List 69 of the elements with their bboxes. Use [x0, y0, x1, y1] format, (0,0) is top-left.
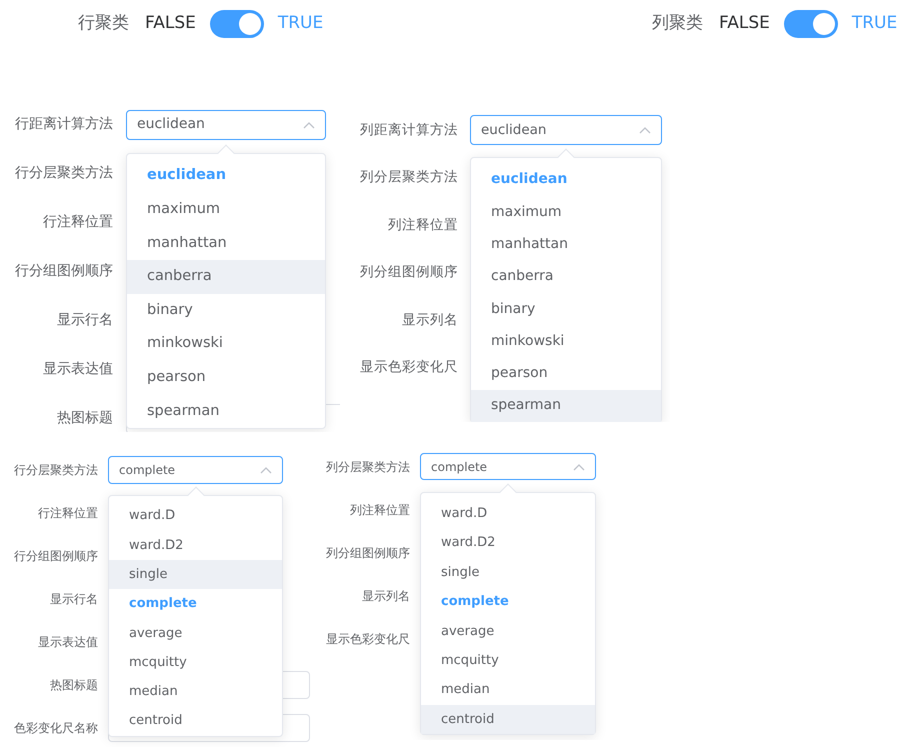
field-label: 列分层聚类方法 — [359, 168, 458, 188]
field-label: 显示色彩变化尺 — [359, 358, 458, 378]
dropdown-option[interactable]: average — [421, 616, 595, 646]
select-field[interactable]: euclidean — [470, 114, 662, 145]
select-field[interactable]: euclidean — [126, 110, 326, 140]
field-label: 显示列名 — [401, 310, 458, 330]
chevron-up-icon — [573, 462, 585, 470]
on-label: TRUE — [852, 12, 898, 36]
dropdown-option[interactable]: ward.D2 — [421, 528, 595, 558]
dropdown-option[interactable]: minkowski — [471, 325, 661, 358]
field-label: 显示行名 — [56, 311, 113, 330]
dropdown-option[interactable]: median — [421, 675, 595, 705]
field-label: 行距离计算方法 — [14, 115, 113, 134]
dropdown-option[interactable]: spearman — [127, 394, 325, 428]
dropdown-option[interactable]: mcquitty — [421, 646, 595, 676]
field-label: 热图标题 — [49, 676, 98, 694]
dropdown-option[interactable]: binary — [127, 294, 325, 328]
field-label: 色彩变化尺名称 — [13, 720, 98, 736]
field-label: 列分层聚类方法 — [325, 458, 410, 476]
field-label: 显示列名 — [361, 588, 410, 604]
dropdown-option[interactable]: centroid — [109, 706, 282, 736]
field-label: 行分组图例顺序 — [13, 548, 98, 564]
field-label: 行注释位置 — [37, 504, 98, 522]
dropdown-option[interactable]: canberra — [127, 260, 325, 294]
off-label: FALSE — [719, 12, 770, 36]
dropdown-option[interactable]: average — [109, 618, 282, 648]
select-field[interactable]: complete — [420, 453, 596, 480]
field-label: 列分组图例顺序 — [325, 544, 410, 562]
switch-label: 行聚类 — [78, 12, 129, 36]
field-label: 列距离计算方法 — [359, 120, 458, 140]
chevron-up-icon — [639, 126, 651, 134]
dropdown-option[interactable]: median — [109, 677, 282, 707]
toggle-switch[interactable] — [210, 10, 264, 38]
field-label: 热图标题 — [56, 409, 113, 428]
field-label: 行分层聚类方法 — [13, 462, 98, 478]
dropdown-option[interactable]: single — [421, 558, 595, 588]
dropdown-option[interactable]: minkowski — [127, 327, 325, 362]
chevron-up-icon — [303, 120, 315, 128]
dropdown-option[interactable]: pearson — [127, 361, 325, 395]
dropdown-option[interactable]: manhattan — [471, 228, 661, 261]
dropdown-option[interactable]: manhattan — [127, 226, 325, 260]
on-label: TRUE — [278, 12, 324, 36]
dropdown-option[interactable]: ward.D — [109, 502, 282, 531]
field-label: 列注释位置 — [387, 216, 458, 235]
dropdown-option[interactable]: centroid — [421, 704, 595, 734]
field-label: 列注释位置 — [349, 502, 410, 518]
field-label: 显示表达值 — [42, 360, 113, 379]
field-label: 列分组图例顺序 — [359, 263, 458, 282]
off-label: FALSE — [145, 12, 196, 36]
field-label: 行分组图例顺序 — [14, 262, 113, 281]
dropdown-option[interactable]: maximum — [127, 193, 325, 227]
select-field[interactable]: complete — [108, 456, 283, 484]
dropdown-option[interactable]: binary — [471, 292, 661, 326]
dropdown-option[interactable]: ward.D2 — [109, 530, 282, 560]
dropdown-option[interactable]: canberra — [471, 260, 661, 293]
chevron-up-icon — [260, 466, 272, 474]
dropdown-option[interactable]: spearman — [471, 390, 661, 422]
field-label: 显示行名 — [49, 590, 98, 608]
field-label: 行分层聚类方法 — [14, 164, 113, 183]
field-label: 显示色彩变化尺 — [325, 630, 410, 648]
dropdown-option[interactable]: maximum — [471, 196, 661, 228]
dropdown-option[interactable]: ward.D — [421, 499, 595, 528]
dropdown-option[interactable]: single — [109, 560, 282, 590]
switch-label: 列聚类 — [652, 12, 703, 36]
toggle-switch[interactable] — [784, 10, 838, 38]
field-label: 显示表达值 — [37, 634, 98, 650]
dropdown-option[interactable]: pearson — [471, 358, 661, 390]
field-label: 行注释位置 — [42, 213, 113, 232]
dropdown-option[interactable]: mcquitty — [109, 648, 282, 678]
